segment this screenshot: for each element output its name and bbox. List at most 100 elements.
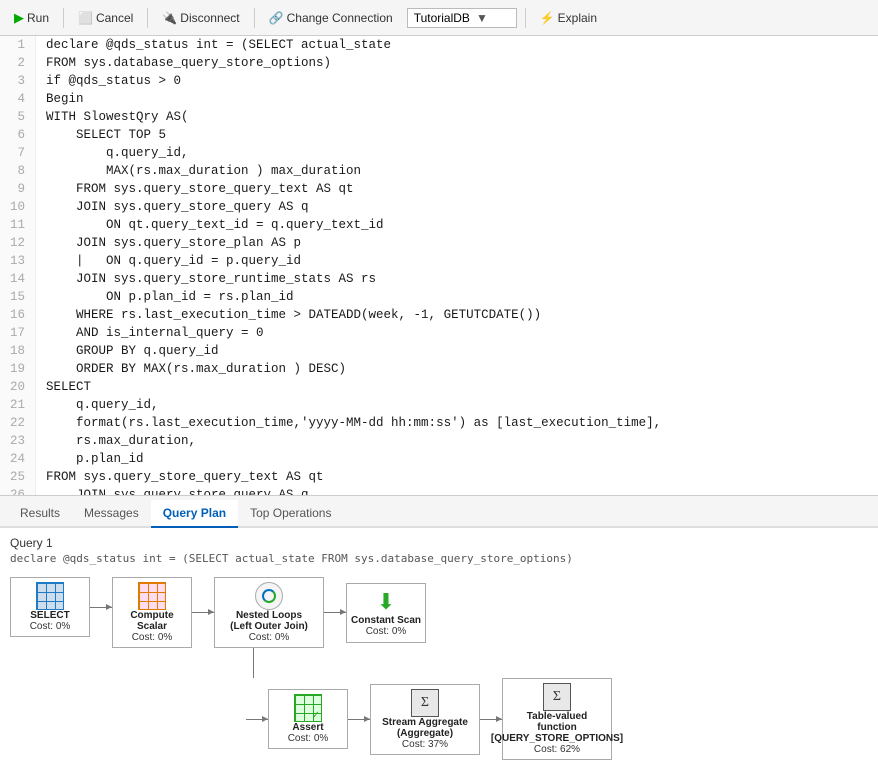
compute-scalar-label: Compute Scalar (117, 610, 187, 632)
line-number: 21 (0, 396, 36, 414)
line-number: 6 (0, 126, 36, 144)
separator-2 (147, 8, 148, 28)
branch-lower: Assert Cost: 0% Σ Stream Aggregate (Aggr… (246, 678, 612, 760)
code-line-4: 4Begin (0, 90, 878, 108)
line-code: AND is_internal_query = 0 (36, 324, 264, 342)
tab-messages[interactable]: Messages (72, 500, 151, 528)
cancel-button[interactable]: ⬜ Cancel (72, 9, 139, 27)
disconnect-icon: 🔌 (162, 11, 177, 25)
code-line-25: 25FROM sys.query_store_query_text AS qt (0, 468, 878, 486)
explain-icon: ⚡ (540, 11, 555, 25)
code-editor[interactable]: 1declare @qds_status int = (SELECT actua… (0, 36, 878, 496)
code-line-12: 12 JOIN sys.query_store_plan AS p (0, 234, 878, 252)
query-plan-area: Query 1 declare @qds_status int = (SELEC… (0, 528, 878, 765)
select-node-box: SELECT Cost: 0% (10, 577, 90, 637)
constant-scan-icon: ⬇ (377, 589, 395, 615)
code-line-19: 19 ORDER BY MAX(rs.max_duration ) DESC) (0, 360, 878, 378)
compute-scalar-icon (138, 582, 166, 610)
disconnect-button[interactable]: 🔌 Disconnect (156, 9, 245, 27)
tvf-icon: Σ (543, 683, 571, 711)
tab-results[interactable]: Results (8, 500, 72, 528)
line-number: 2 (0, 54, 36, 72)
arrow-3 (324, 612, 346, 613)
tvf-label: Table-valued function (507, 711, 607, 733)
constant-scan-box: ⬇ Constant Scan Cost: 0% (346, 583, 426, 643)
nested-branch: Nested Loops (Left Outer Join) Cost: 0% … (214, 577, 612, 760)
tvf-box: Σ Table-valued function [QUERY_STORE_OPT… (502, 678, 612, 760)
line-number: 10 (0, 198, 36, 216)
code-line-17: 17 AND is_internal_query = 0 (0, 324, 878, 342)
compute-node-group: Compute Scalar Cost: 0% (112, 577, 214, 648)
line-number: 5 (0, 108, 36, 126)
select-label: SELECT (30, 610, 69, 621)
cancel-label: Cancel (96, 11, 133, 25)
line-number: 13 (0, 252, 36, 270)
line-code: ON qt.query_text_id = q.query_text_id (36, 216, 384, 234)
separator-3 (254, 8, 255, 28)
code-line-20: 20SELECT (0, 378, 878, 396)
line-code: JOIN sys.query_store_runtime_stats AS rs (36, 270, 376, 288)
line-number: 26 (0, 486, 36, 496)
tab-top-operations[interactable]: Top Operations (238, 500, 343, 528)
line-number: 12 (0, 234, 36, 252)
code-line-13: 13 | ON q.query_id = p.query_id (0, 252, 878, 270)
nested-loops-node: Nested Loops (Left Outer Join) Cost: 0% (214, 577, 324, 648)
compute-scalar-node: Compute Scalar Cost: 0% (112, 577, 192, 648)
select-cost: Cost: 0% (30, 621, 71, 632)
line-number: 7 (0, 144, 36, 162)
tab-query-plan[interactable]: Query Plan (151, 500, 238, 528)
line-code: q.query_id, (36, 144, 189, 162)
assert-cost: Cost: 0% (288, 733, 329, 744)
tvf-node: Σ Table-valued function [QUERY_STORE_OPT… (502, 678, 612, 760)
line-code: | ON q.query_id = p.query_id (36, 252, 301, 270)
stream-aggregate-label: Stream Aggregate (382, 717, 468, 728)
code-line-8: 8 MAX(rs.max_duration ) max_duration (0, 162, 878, 180)
stream-aggregate-cost: Cost: 37% (402, 739, 448, 750)
constant-scan-node: ⬇ Constant Scan Cost: 0% (346, 583, 426, 643)
code-line-24: 24 p.plan_id (0, 450, 878, 468)
line-number: 15 (0, 288, 36, 306)
nested-loops-sublabel: (Left Outer Join) (230, 621, 308, 632)
line-number: 24 (0, 450, 36, 468)
assert-icon (294, 694, 322, 722)
compute-scalar-box: Compute Scalar Cost: 0% (112, 577, 192, 648)
arrow-1 (90, 607, 112, 608)
line-code: Begin (36, 90, 84, 108)
separator-4 (525, 8, 526, 28)
line-number: 4 (0, 90, 36, 108)
line-number: 20 (0, 378, 36, 396)
database-selector[interactable]: TutorialDB ▼ (407, 8, 517, 28)
code-line-2: 2FROM sys.database_query_store_options) (0, 54, 878, 72)
run-label: Run (27, 11, 49, 25)
line-number: 19 (0, 360, 36, 378)
code-line-26: 26 JOIN sys.query_store_query AS q (0, 486, 878, 496)
explain-label: Explain (558, 11, 597, 25)
plan-diagram: SELECT Cost: 0% Compute Scalar Cost: 0% (10, 577, 868, 760)
line-number: 23 (0, 432, 36, 450)
change-connection-label: Change Connection (287, 11, 393, 25)
code-line-6: 6 SELECT TOP 5 (0, 126, 878, 144)
assert-box: Assert Cost: 0% (268, 689, 348, 749)
line-number: 16 (0, 306, 36, 324)
line-number: 1 (0, 36, 36, 54)
line-code: format(rs.last_execution_time,'yyyy-MM-d… (36, 414, 661, 432)
constant-scan-label: Constant Scan (351, 615, 421, 626)
line-number: 17 (0, 324, 36, 342)
line-code: ORDER BY MAX(rs.max_duration ) DESC) (36, 360, 346, 378)
run-button[interactable]: ▶ Run (8, 8, 55, 28)
line-code: p.plan_id (36, 450, 144, 468)
line-number: 8 (0, 162, 36, 180)
tvf-cost: Cost: 62% (534, 744, 580, 755)
stream-aggregate-box: Σ Stream Aggregate (Aggregate) Cost: 37% (370, 684, 480, 755)
code-line-14: 14 JOIN sys.query_store_runtime_stats AS… (0, 270, 878, 288)
code-line-1: 1declare @qds_status int = (SELECT actua… (0, 36, 878, 54)
line-number: 14 (0, 270, 36, 288)
explain-button[interactable]: ⚡ Explain (534, 9, 603, 27)
change-connection-button[interactable]: 🔗 Change Connection (263, 9, 399, 27)
code-line-23: 23 rs.max_duration, (0, 432, 878, 450)
code-line-5: 5WITH SlowestQry AS( (0, 108, 878, 126)
code-line-21: 21 q.query_id, (0, 396, 878, 414)
nested-inner-icon (262, 589, 276, 603)
code-line-10: 10 JOIN sys.query_store_query AS q (0, 198, 878, 216)
select-node-group: SELECT Cost: 0% (10, 577, 112, 637)
